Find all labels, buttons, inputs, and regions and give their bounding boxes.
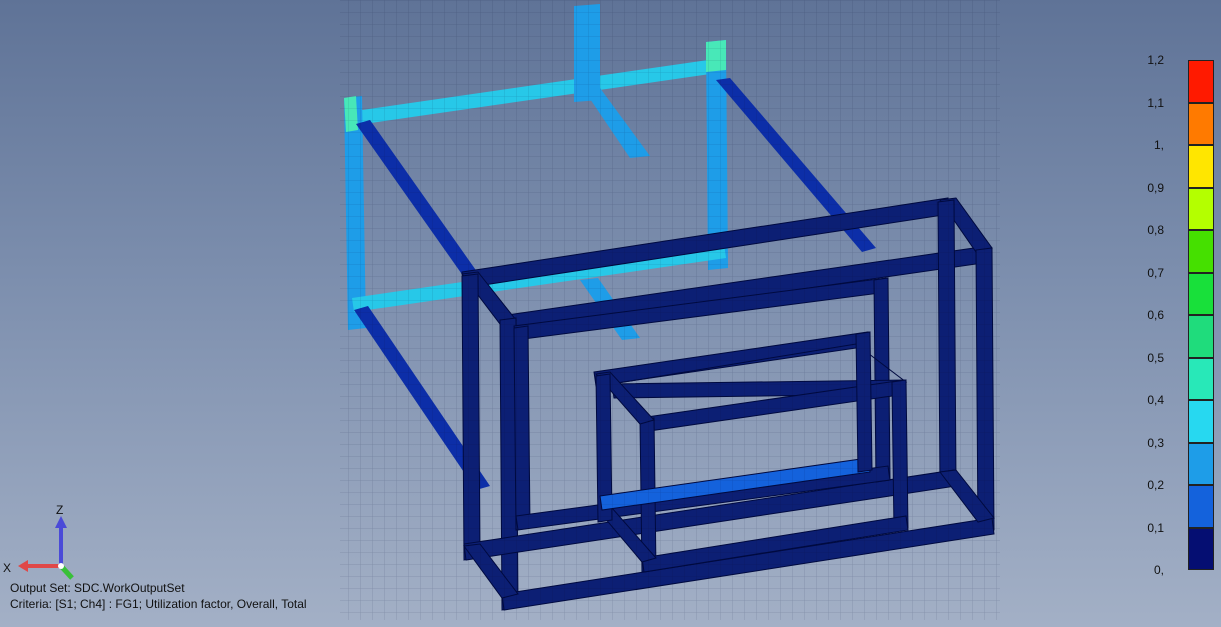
legend-swatch [1188,272,1214,315]
legend-label: 0, [1153,563,1164,577]
legend-label: 0,8 [1147,223,1164,237]
legend-label: 1, [1153,138,1164,152]
axis-origin [58,563,64,569]
legend-label: 0,4 [1147,393,1164,407]
legend-label: 1,2 [1147,53,1164,67]
legend-label: 0,7 [1147,265,1164,280]
legend-label: 0,1 [1147,520,1164,535]
x-axis-label: X [3,561,12,575]
legend-swatch [1188,230,1214,273]
legend-swatch [1188,60,1214,103]
legend-swatch [1188,442,1214,485]
axis-triad [18,516,74,580]
z-axis-label: Z [56,503,64,517]
legend-label: 0,9 [1147,180,1164,195]
mesh-overlay [340,0,1000,620]
legend-swatch [1188,527,1214,570]
legend-label: 0,3 [1147,435,1164,450]
legend-label: 0,5 [1147,350,1164,365]
legend-label: 0,2 [1147,478,1164,492]
criteria-text: Criteria: [S1; Ch4] : FG1; Utilization f… [10,597,307,611]
legend-swatch [1188,187,1214,230]
legend-swatch [1188,485,1214,528]
legend-swatch [1188,357,1214,400]
legend-label: 1,1 [1147,95,1164,110]
legend-label: 0,6 [1147,308,1164,322]
legend-swatch [1188,145,1214,188]
z-axis-arrow [55,516,67,528]
model-viewport[interactable] [0,0,1221,627]
x-axis-arrow [18,560,28,572]
legend-swatch [1188,400,1214,443]
legend-swatch [1188,315,1214,358]
legend-swatch [1188,102,1214,145]
utilization-legend: 1,2 1,1 1, 0,9 0,8 0,7 0,6 0,5 0,4 0,3 0,2 0,1 0, [1147,52,1220,577]
output-set-text: Output Set: SDC.WorkOutputSet [10,581,185,595]
